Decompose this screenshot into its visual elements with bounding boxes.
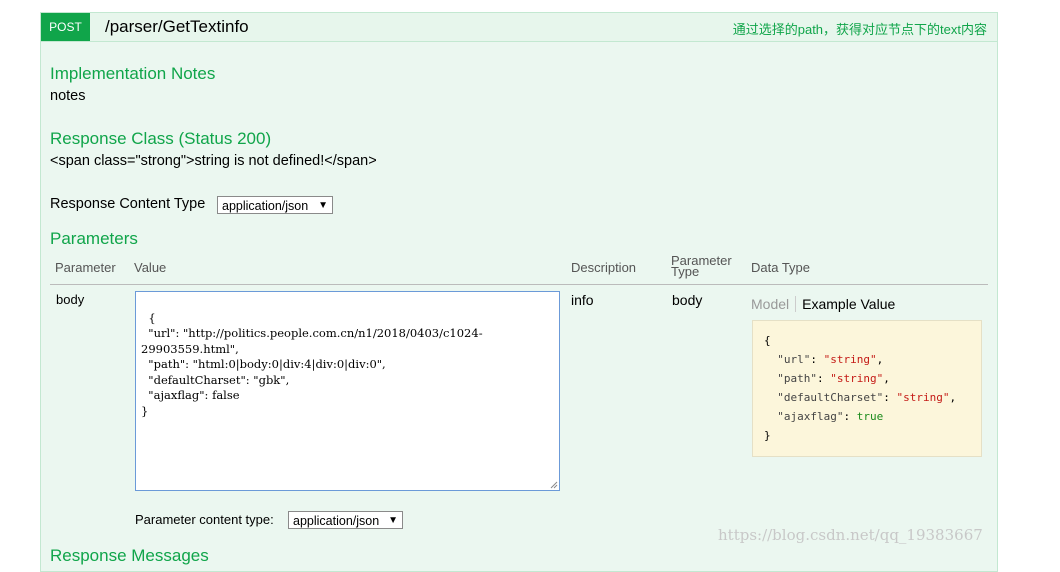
data-type-tabs: Model Example Value	[751, 296, 895, 312]
response-messages-heading: Response Messages	[50, 546, 209, 565]
operation-summary[interactable]: 通过选择的path，获得对应节点下的text内容	[733, 19, 987, 38]
parameter-value-text: { "url": "http://politics.people.com.cn/…	[141, 310, 483, 418]
tab-example-value[interactable]: Example Value	[796, 296, 895, 312]
column-header-description: Description	[571, 260, 637, 275]
response-class-heading: Response Class (Status 200)	[50, 129, 272, 148]
resize-handle-icon[interactable]	[550, 481, 558, 489]
parameter-name: body	[56, 292, 85, 307]
json-key-url: "url"	[777, 353, 811, 366]
chevron-down-icon: ▼	[318, 200, 328, 211]
parameter-value-textarea[interactable]: { "url": "http://politics.people.com.cn/…	[135, 291, 560, 491]
endpoint-path[interactable]: /parser/GetTextinfo	[105, 17, 249, 37]
parameters-heading: Parameters	[50, 229, 138, 248]
json-key-ajaxflag: "ajaxflag"	[777, 410, 844, 423]
column-header-value: Value	[134, 260, 167, 275]
json-key-default-charset: "defaultCharset"	[777, 391, 884, 404]
response-content-type-select[interactable]: application/json ▼	[217, 196, 333, 214]
implementation-notes-heading: Implementation Notes	[50, 64, 216, 83]
parameter-content-type-select[interactable]: application/json ▼	[288, 511, 403, 529]
json-value-path: "string"	[830, 372, 884, 385]
chevron-down-icon: ▼	[388, 515, 398, 526]
tab-model[interactable]: Model	[751, 296, 797, 312]
json-value-url: "string"	[823, 353, 877, 366]
table-header-divider	[50, 284, 988, 285]
operation-header[interactable]: POST /parser/GetTextinfo 通过选择的path，获得对应节…	[41, 13, 997, 42]
response-content-type-value: application/json	[222, 199, 309, 213]
json-key-path: "path"	[777, 372, 817, 385]
parameter-content-type-label: Parameter content type:	[135, 512, 274, 527]
http-method-badge[interactable]: POST	[41, 13, 90, 41]
implementation-notes-text: notes	[50, 88, 86, 104]
column-header-parameter: Parameter	[55, 260, 116, 275]
json-value-default-charset: "string"	[896, 391, 950, 404]
parameter-description: info	[571, 292, 594, 308]
column-header-parameter-type: Parameter Type	[671, 254, 732, 278]
example-value-box[interactable]: { "url": "string", "path": "string", "de…	[752, 320, 982, 457]
column-header-data-type: Data Type	[751, 260, 811, 275]
json-value-ajaxflag: true	[856, 410, 884, 423]
response-content-type-label: Response Content Type	[50, 196, 206, 212]
watermark: https://blog.csdn.net/qq_19383667	[718, 526, 983, 544]
parameter-content-type-value: application/json	[293, 514, 380, 528]
parameter-type: body	[672, 292, 703, 308]
response-class-text: <span class="strong">string is not defin…	[50, 153, 377, 169]
json-open-brace: {	[764, 334, 771, 347]
json-close-brace: }	[764, 429, 771, 442]
